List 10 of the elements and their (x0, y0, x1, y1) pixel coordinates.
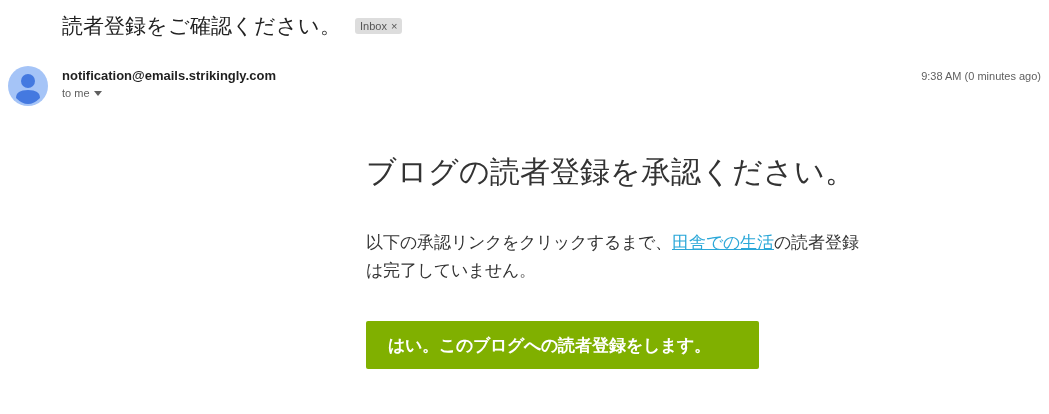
body-heading: ブログの読者登録を承認ください。 (366, 154, 856, 190)
remove-label-icon[interactable]: × (390, 20, 398, 32)
avatar-icon (8, 66, 48, 106)
timestamp: 9:38 AM (0 minutes ago) (921, 69, 1041, 82)
email-subject: 読者登録をご確認ください。 (62, 13, 341, 39)
sender-address: notification@emails.strikingly.com (62, 68, 277, 83)
inbox-label[interactable]: Inbox × (355, 18, 403, 34)
body-paragraph: 以下の承認リンクをクリックするまで、田舎での生活の読者登録は完了していません。 (366, 232, 860, 282)
recipient-dropdown[interactable]: to me (62, 87, 102, 99)
caret-icon (93, 90, 102, 96)
